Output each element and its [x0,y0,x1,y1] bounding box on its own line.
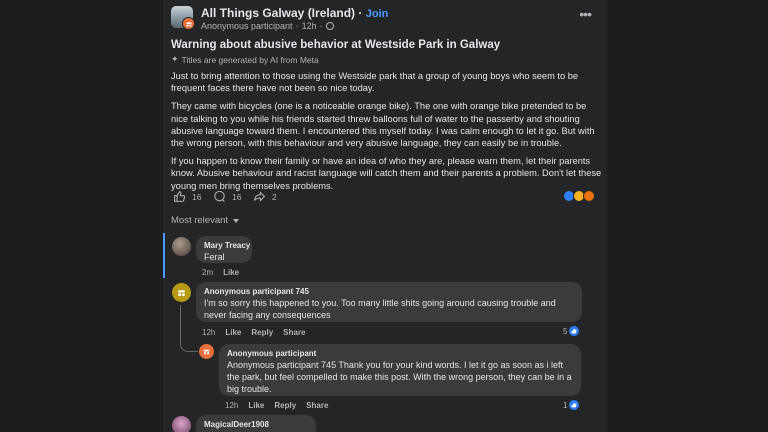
share-action[interactable]: 2 [253,190,277,203]
angry-reaction-icon [583,190,595,202]
comment-meta: 12h Like Reply Share [225,401,328,410]
post-body: Just to bring attention to those using t… [171,70,605,198]
comment-reply-button[interactable]: Reply [274,401,296,410]
new-comment-indicator [163,233,165,278]
comment-share-button[interactable]: Share [283,328,305,337]
comment-author[interactable]: Anonymous participant 745 [204,287,574,296]
sparkle-icon: ✦ [171,54,179,64]
comment-count: 16 [232,191,242,202]
right-dim-panel [607,0,768,432]
post-paragraph: They came with bicycles (one is a notice… [171,101,595,149]
comment-bubble: Anonymous participant 745 I'm so sorry t… [196,282,582,322]
reaction-icons[interactable] [563,190,595,202]
post-title: Warning about abusive behavior at Westsi… [171,39,501,51]
avatar[interactable] [172,416,191,432]
anonymous-icon [182,17,195,30]
group-name-text[interactable]: All Things Galway (Ireland) [201,6,355,20]
more-options-icon[interactable]: ••• [579,7,592,21]
comment-text: Anonymous participant 745 Thank you for … [227,360,572,394]
ai-title-note: ✦ Titles are generated by AI from Meta [171,54,319,65]
comment-like-button[interactable]: Like [223,268,239,277]
title-separator: · [355,6,366,20]
comment-author[interactable]: Mary Treacy [204,241,250,250]
sort-dropdown[interactable]: Most relevant [171,215,240,226]
post-header: All Things Galway (Ireland) · Join Anony… [171,5,599,35]
like-action[interactable]: 16 [173,190,201,203]
group-name[interactable]: All Things Galway (Ireland) · Join [201,6,388,20]
comment-bubble: Mary Treacy Feral [196,236,252,263]
comment-bubble: Anonymous participant Anonymous particip… [219,344,581,396]
post-meta: Anonymous participant · 12h · [201,21,334,31]
comment-meta: 2m Like [202,268,239,277]
comment-like-button[interactable]: Like [225,328,241,337]
comment-like-button[interactable]: Like [248,401,264,410]
comment-reaction-count[interactable]: 1 [563,400,580,410]
comment-icon [214,190,225,203]
share-icon [254,191,266,202]
sort-label: Most relevant [171,215,229,226]
meta-dot: · [295,21,299,31]
like-reaction-icon [569,326,580,336]
post-author[interactable]: Anonymous participant [201,21,293,31]
left-dim-panel [0,0,163,432]
post-paragraph: If you happen to know their family or ha… [171,156,602,191]
comment-author[interactable]: Anonymous participant [227,349,573,358]
like-count: 16 [192,191,202,202]
thread-line [180,305,198,352]
comment-reaction-count[interactable]: 5 [563,326,580,336]
reaction-count: 1 [563,400,568,410]
comment-time[interactable]: 12h [202,328,215,337]
ai-note-text: Titles are generated by AI from Meta [181,54,319,65]
reaction-count: 5 [563,326,568,336]
comment-time[interactable]: 12h [225,401,238,410]
like-reaction-icon [569,400,580,410]
meta-dot-2: · [319,21,323,31]
comment-time[interactable]: 2m [202,268,213,277]
comment-share-button[interactable]: Share [306,401,328,410]
comment-text: I'm so sorry this happened to you. Too m… [204,298,556,320]
avatar[interactable] [172,237,191,256]
post-actions: 16 16 2 [171,190,599,206]
post-paragraph: Just to bring attention to those using t… [171,71,579,94]
post-time[interactable]: 12h [302,21,317,31]
anonymous-avatar-icon[interactable] [199,344,214,359]
caret-down-icon [233,218,240,223]
comment-reply-button[interactable]: Reply [251,328,273,337]
post-card: All Things Galway (Ireland) · Join Anony… [163,0,607,432]
comment-bubble: MagicalDeer1908 [196,415,316,432]
share-count: 2 [272,191,277,202]
comment-text: Feral [204,252,225,262]
anonymous-avatar-icon[interactable] [172,283,191,302]
comment-author[interactable]: MagicalDeer1908 [204,420,308,429]
comment-action[interactable]: 16 [213,190,241,203]
join-link[interactable]: Join [366,8,389,20]
comment-meta: 12h Like Reply Share [202,328,305,337]
globe-icon [325,22,334,30]
thumbs-up-icon [174,191,186,202]
